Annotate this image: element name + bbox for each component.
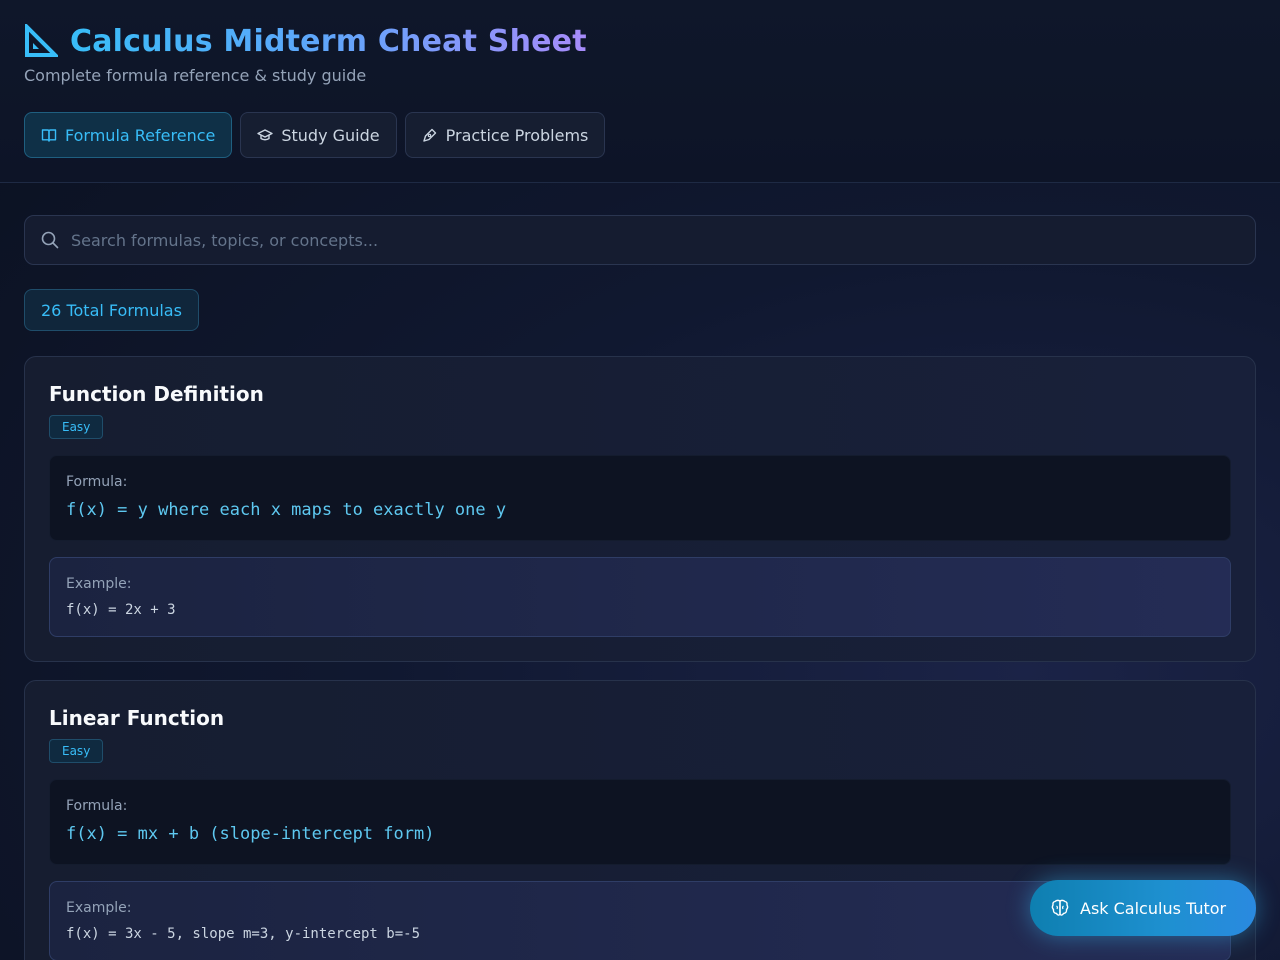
tab-study-guide[interactable]: Study Guide xyxy=(240,112,397,158)
graduation-cap-icon xyxy=(257,129,274,141)
pen-icon xyxy=(422,128,436,142)
book-icon xyxy=(41,129,57,142)
brain-icon xyxy=(1051,899,1069,916)
search-icon xyxy=(41,231,59,249)
formula-title: Function Definition xyxy=(49,382,264,406)
ask-tutor-button[interactable]: Ask Calculus Tutor xyxy=(1030,880,1256,936)
tab-formula-reference[interactable]: Formula Reference xyxy=(24,112,233,158)
formula-expression: f(x) = mx + b (slope-intercept form) xyxy=(66,824,435,844)
tab-bar: Formula Reference Study Guide Practice P… xyxy=(24,112,1256,158)
search-bar xyxy=(24,215,1256,265)
total-formulas-badge: 26 Total Formulas xyxy=(24,289,199,331)
tab-label: Practice Problems xyxy=(445,125,589,145)
example-box: Example: f(x) = 2x + 3 xyxy=(49,557,1231,637)
formula-box: Formula: f(x) = mx + b (slope-intercept … xyxy=(49,779,1231,865)
tab-label: Study Guide xyxy=(281,125,380,145)
formula-card: Function Definition Easy Formula: f(x) =… xyxy=(24,356,1256,662)
formula-title: Linear Function xyxy=(49,706,225,730)
search-input[interactable] xyxy=(71,230,1239,250)
difficulty-badge: Easy xyxy=(49,739,104,763)
formula-box: Formula: f(x) = y where each x maps to e… xyxy=(49,455,1231,541)
triangle-ruler-icon xyxy=(25,24,58,57)
formula-expression: f(x) = y where each x maps to exactly on… xyxy=(66,500,507,520)
page-header: Calculus Midterm Cheat Sheet Complete fo… xyxy=(0,0,1280,183)
tab-practice-problems[interactable]: Practice Problems xyxy=(404,112,606,158)
example-expression: f(x) = 2x + 3 xyxy=(66,602,176,618)
ask-tutor-label: Ask Calculus Tutor xyxy=(1080,898,1227,918)
main-content: 26 Total Formulas Function Definition Ea… xyxy=(0,183,1280,960)
formula-label: Formula: xyxy=(66,798,128,814)
page-title: Calculus Midterm Cheat Sheet xyxy=(70,23,587,59)
tab-label: Formula Reference xyxy=(65,125,216,145)
page-subtitle: Complete formula reference & study guide xyxy=(24,66,367,85)
difficulty-badge: Easy xyxy=(49,415,104,439)
example-label: Example: xyxy=(66,576,132,592)
title-row: Calculus Midterm Cheat Sheet xyxy=(24,22,1256,60)
formula-label: Formula: xyxy=(66,474,128,490)
